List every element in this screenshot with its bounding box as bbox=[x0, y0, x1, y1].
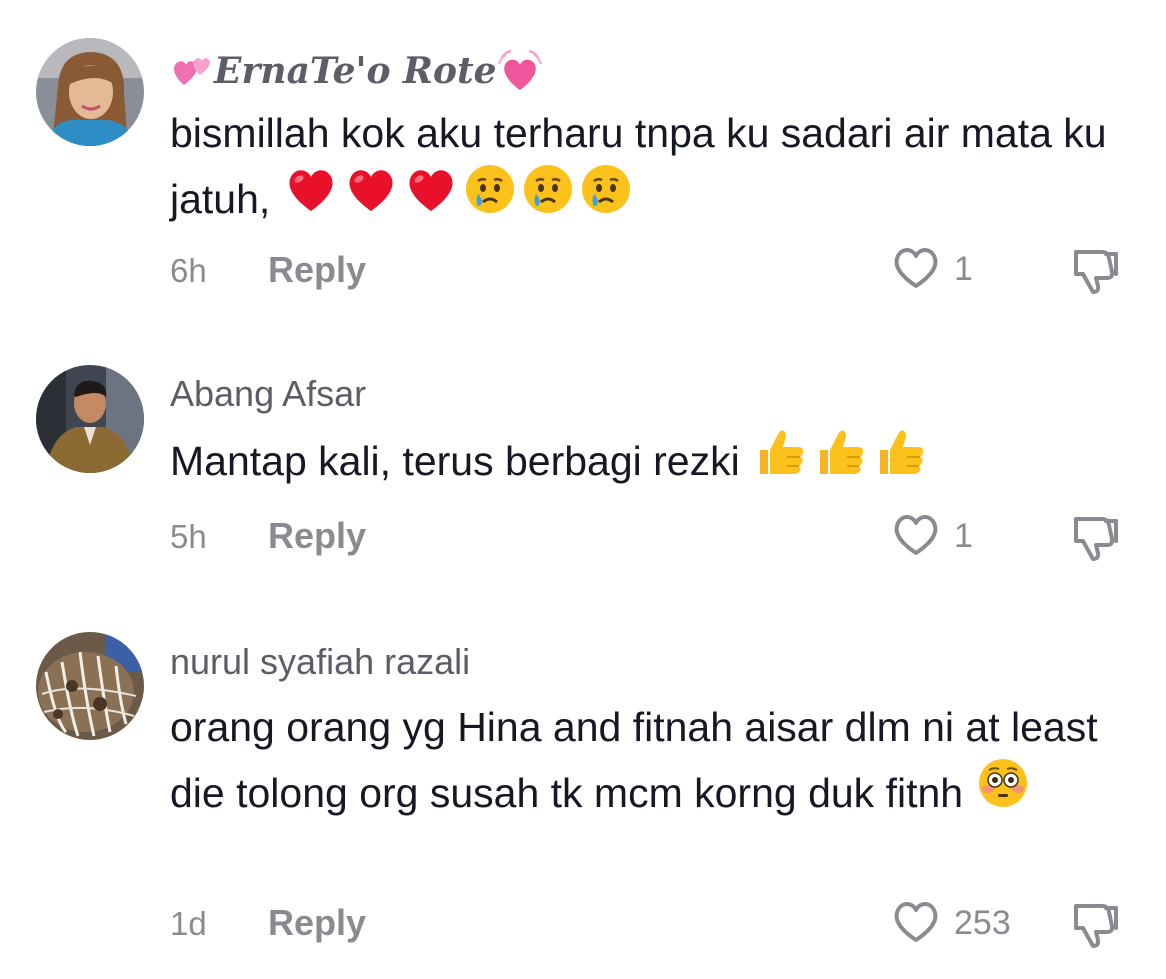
like-count: 253 bbox=[954, 904, 1011, 942]
comment-text: bismillah kok aku terharu tnpa ku sadari… bbox=[170, 100, 1150, 234]
avatar[interactable] bbox=[36, 632, 144, 740]
avatar[interactable] bbox=[36, 365, 144, 473]
comment-text-body: Mantap kali, terus berbagi rezki bbox=[170, 438, 740, 484]
reply-button[interactable]: Reply bbox=[268, 252, 366, 288]
dislike-button[interactable] bbox=[1068, 244, 1124, 296]
crying-face-icon bbox=[580, 163, 632, 234]
comment-text: Mantap kali, terus berbagi rezki bbox=[170, 428, 1150, 497]
thumbs-down-icon bbox=[1068, 250, 1124, 300]
like-button[interactable]: 1 bbox=[890, 244, 973, 294]
two-hearts-icon bbox=[170, 51, 214, 97]
dislike-button[interactable] bbox=[1068, 511, 1124, 563]
like-count: 1 bbox=[954, 517, 973, 555]
crying-face-icon bbox=[464, 163, 516, 234]
comment-text-body: orang orang yg Hina and fitnah aisar dlm… bbox=[170, 704, 1098, 816]
thumbs-up-icon bbox=[814, 424, 868, 497]
comment-timestamp: 1d bbox=[170, 905, 207, 942]
red-heart-icon bbox=[284, 164, 338, 233]
crying-face-icon bbox=[522, 163, 574, 234]
reply-button[interactable]: Reply bbox=[268, 518, 366, 554]
thumbs-up-icon bbox=[754, 424, 808, 497]
comment-timestamp: 5h bbox=[170, 518, 207, 555]
like-count: 1 bbox=[954, 250, 973, 288]
red-heart-icon bbox=[344, 164, 398, 233]
comment-username[interactable]: Abang Afsar bbox=[170, 376, 366, 412]
growing-heart-icon bbox=[497, 48, 543, 100]
red-heart-icon bbox=[404, 164, 458, 233]
comment-username[interactable]: nurul syafiah razali bbox=[170, 644, 470, 680]
flushed-face-icon bbox=[977, 757, 1029, 828]
like-button[interactable]: 253 bbox=[890, 898, 1011, 948]
avatar[interactable] bbox=[36, 38, 144, 146]
heart-outline-icon bbox=[890, 243, 942, 296]
thumbs-down-icon bbox=[1068, 517, 1124, 567]
dislike-button[interactable] bbox=[1068, 898, 1124, 950]
comment-username[interactable]: ErnaTe'o Rote bbox=[170, 48, 543, 100]
comment-username-text: ErnaTe'o Rote bbox=[214, 50, 497, 92]
thumbs-down-icon bbox=[1068, 904, 1124, 954]
thumbs-up-icon bbox=[874, 424, 928, 497]
heart-outline-icon bbox=[890, 510, 942, 563]
heart-outline-icon bbox=[890, 897, 942, 950]
reply-button[interactable]: Reply bbox=[268, 905, 366, 941]
comment-text: orang orang yg Hina and fitnah aisar dlm… bbox=[170, 694, 1150, 828]
like-button[interactable]: 1 bbox=[890, 511, 973, 561]
comment-timestamp: 6h bbox=[170, 252, 207, 289]
